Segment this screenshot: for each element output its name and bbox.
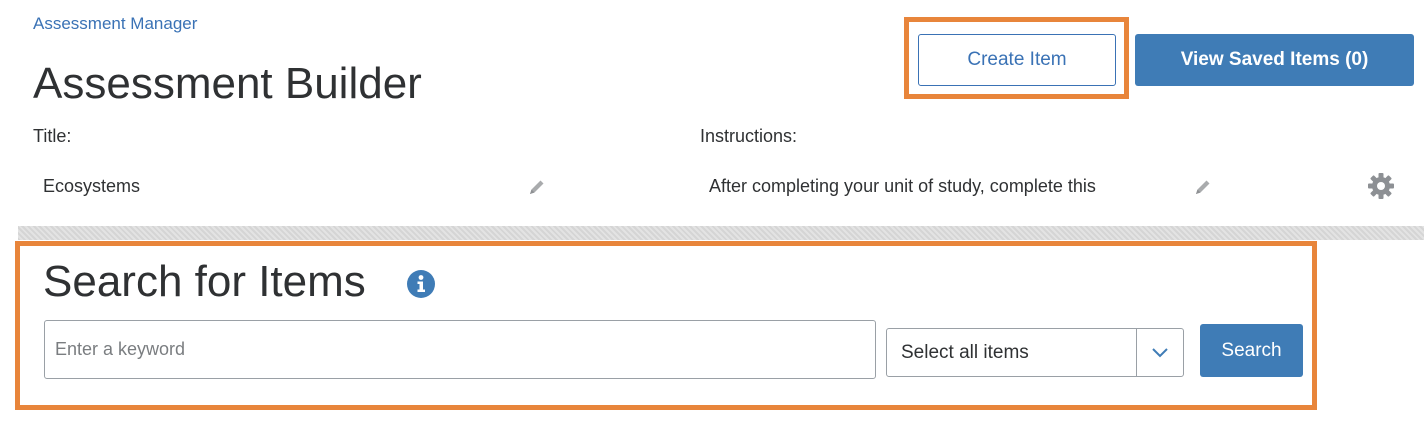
item-filter-select[interactable]: Select all items — [886, 328, 1184, 377]
settings-gear-icon[interactable] — [1366, 171, 1396, 201]
search-button[interactable]: Search — [1200, 324, 1303, 377]
instructions-label: Instructions: — [700, 126, 798, 146]
title-label: Title: — [33, 126, 72, 146]
section-divider — [18, 226, 1424, 240]
title-value: Ecosystems — [43, 176, 141, 196]
view-saved-items-button[interactable]: View Saved Items (0) — [1135, 34, 1414, 86]
edit-title-pencil-icon[interactable] — [527, 177, 547, 197]
select-value: Select all items — [901, 341, 1029, 363]
chevron-down-icon[interactable] — [1136, 329, 1183, 376]
breadcrumb-assessment-manager[interactable]: Assessment Manager — [33, 14, 197, 34]
create-item-button[interactable]: Create Item — [918, 34, 1116, 86]
page-title: Assessment Builder — [33, 59, 422, 108]
info-icon[interactable] — [406, 269, 436, 299]
edit-instructions-pencil-icon[interactable] — [1193, 177, 1213, 197]
search-heading: Search for Items — [43, 257, 366, 306]
keyword-search-input[interactable] — [44, 320, 876, 379]
instructions-value: After completing your unit of study, com… — [709, 176, 1096, 196]
